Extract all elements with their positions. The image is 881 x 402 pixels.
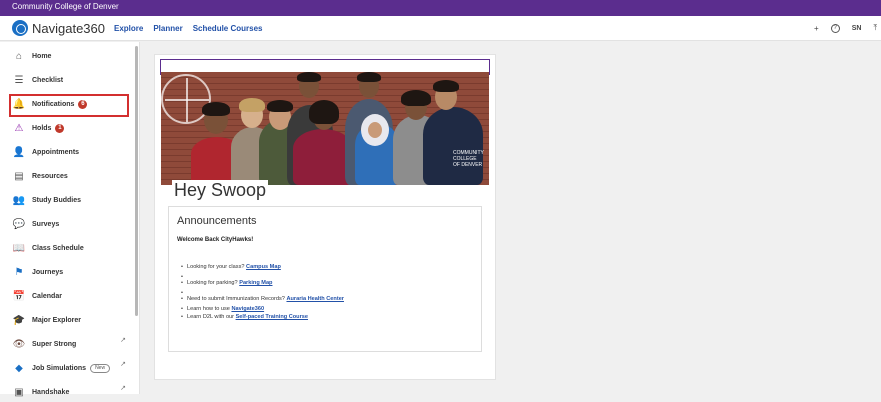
sidebar-item-resources[interactable]: ▤ Resources — [12, 166, 128, 186]
nav-explore-link[interactable]: Explore — [114, 24, 143, 33]
auraria-health-link[interactable]: Auraria Health Center — [286, 296, 344, 302]
chat-icon: 💬 — [12, 218, 26, 230]
resources-icon: ▤ — [14, 170, 24, 182]
sidebar-item-label: Appointments — [32, 148, 80, 156]
book-icon: 📖 — [12, 242, 26, 254]
sidebar-item-label: Class Schedule — [32, 244, 84, 252]
group-icon: 👥 — [12, 194, 26, 206]
top-nav-links: Explore Planner Schedule Courses — [114, 24, 263, 33]
count-badge: 6 — [78, 99, 88, 109]
sidebar-item-class-schedule[interactable]: 📖 Class Schedule — [12, 238, 128, 258]
nav-schedule-courses-link[interactable]: Schedule Courses — [193, 24, 263, 33]
greeting-heading: Hey Swoop — [172, 180, 269, 201]
navigate-logo-icon — [12, 20, 28, 36]
sidebar-item-home[interactable]: ⌂ Home — [12, 46, 128, 66]
sidebar-item-label: Super Strong — [32, 340, 77, 348]
sidebar-item-job-simulations[interactable]: ◆ Job Simulations New ↗ — [12, 358, 128, 378]
list-item: Need to submit Immunization Records? Aur… — [181, 296, 344, 306]
sidebar-item-surveys[interactable]: 💬 Surveys — [12, 214, 128, 234]
campus-map-link[interactable]: Campus Map — [246, 264, 281, 270]
person-icon: 👤 — [12, 146, 26, 158]
ccd-logo: COMMUNITY COLLEGE OF DENVER — [453, 150, 484, 168]
list-item: Learn how to use Navigate360 — [181, 306, 344, 314]
announcements-panel: Announcements Welcome Back CityHawks! Lo… — [168, 206, 482, 352]
sidebar-item-major-explorer[interactable]: 🎓 Major Explorer — [12, 310, 128, 330]
external-link-icon: ↗ — [120, 361, 126, 368]
sidebar-item-label: Study Buddies — [32, 196, 82, 204]
sidebar-item-label: Journeys — [32, 268, 64, 276]
nav-planner-link[interactable]: Planner — [153, 24, 182, 33]
calendar-icon: 📅 — [12, 290, 26, 302]
add-icon[interactable]: + — [814, 24, 819, 33]
handshake-icon: ▣ — [14, 386, 24, 398]
diamond-icon: ◆ — [15, 362, 23, 374]
list-item: Looking for parking? Parking Map — [181, 280, 344, 290]
institution-name: Community College of Denver — [12, 2, 119, 11]
new-badge: New — [90, 363, 111, 373]
list-item: Looking for your class? Campus Map — [181, 264, 344, 274]
external-link-icon: ↗ — [120, 385, 126, 392]
eye-icon: 👁 — [12, 338, 26, 350]
sidebar-item-notifications[interactable]: 🔔 Notifications 6 — [12, 94, 128, 114]
sidebar-item-label: Resources — [32, 172, 68, 180]
alert-icon: ⚠ — [14, 122, 24, 134]
institution-bar: Community College of Denver — [0, 0, 881, 16]
sidebar-item-label: Handshake — [32, 388, 70, 396]
d2l-training-link[interactable]: Self-paced Training Course — [236, 314, 308, 320]
sidebar-item-label: Holds — [32, 124, 52, 132]
announcements-list: Looking for your class? Campus Map Looki… — [181, 264, 344, 324]
announcements-title: Announcements — [177, 215, 257, 227]
sidebar-item-label: Calendar — [32, 292, 62, 300]
external-link-icon: ↗ — [120, 337, 126, 344]
home-icon: ⌂ — [15, 50, 23, 62]
checklist-icon: ☰ — [14, 74, 24, 86]
parking-map-link[interactable]: Parking Map — [239, 280, 272, 286]
sidebar-scrollbar[interactable] — [135, 46, 138, 316]
sidebar-item-label: Notifications — [32, 100, 75, 108]
sidebar-item-label: Job Simulations — [32, 364, 87, 372]
hero-image: COMMUNITY COLLEGE OF DENVER — [161, 72, 489, 185]
announcements-welcome: Welcome Back CityHawks! — [177, 237, 254, 243]
sidebar-item-study-buddies[interactable]: 👥 Study Buddies — [12, 190, 128, 210]
sidebar-item-label: Surveys — [32, 220, 60, 228]
brand-name: Navigate360 — [32, 20, 105, 36]
sidebar-item-holds[interactable]: ⚠ Holds 1 — [12, 118, 128, 138]
navigate360-link[interactable]: Navigate360 — [231, 306, 264, 312]
sidebar-item-journeys[interactable]: ⚑ Journeys — [12, 262, 128, 282]
sidebar-item-label: Major Explorer — [32, 316, 82, 324]
flag-icon: ⚑ — [14, 266, 24, 278]
sidebar-item-checklist[interactable]: ☰ Checklist — [12, 70, 128, 90]
count-badge: 1 — [55, 123, 65, 133]
sidebar-item-handshake[interactable]: ▣ Handshake ↗ — [12, 382, 128, 402]
graduation-cap-icon: 🎓 — [12, 314, 26, 326]
top-navbar: Navigate360 Explore Planner Schedule Cou… — [0, 16, 881, 41]
upload-icon[interactable]: ⤒ — [873, 23, 877, 33]
sidebar-item-calendar[interactable]: 📅 Calendar — [12, 286, 128, 306]
sidebar-item-appointments[interactable]: 👤 Appointments — [12, 142, 128, 162]
bell-icon: 🔔 — [12, 98, 26, 110]
list-item: Learn D2L with our Self-paced Training C… — [181, 314, 344, 324]
sidebar-item-label: Checklist — [32, 76, 64, 84]
brand[interactable]: Navigate360 — [12, 20, 105, 36]
header-actions: + ? SN ⤒ — [814, 23, 877, 33]
sidebar-item-super-strong[interactable]: 👁 Super Strong ↗ — [12, 334, 128, 354]
user-avatar[interactable]: SN — [852, 25, 862, 32]
sidebar-item-label: Home — [32, 52, 52, 60]
help-icon[interactable]: ? — [830, 23, 840, 33]
